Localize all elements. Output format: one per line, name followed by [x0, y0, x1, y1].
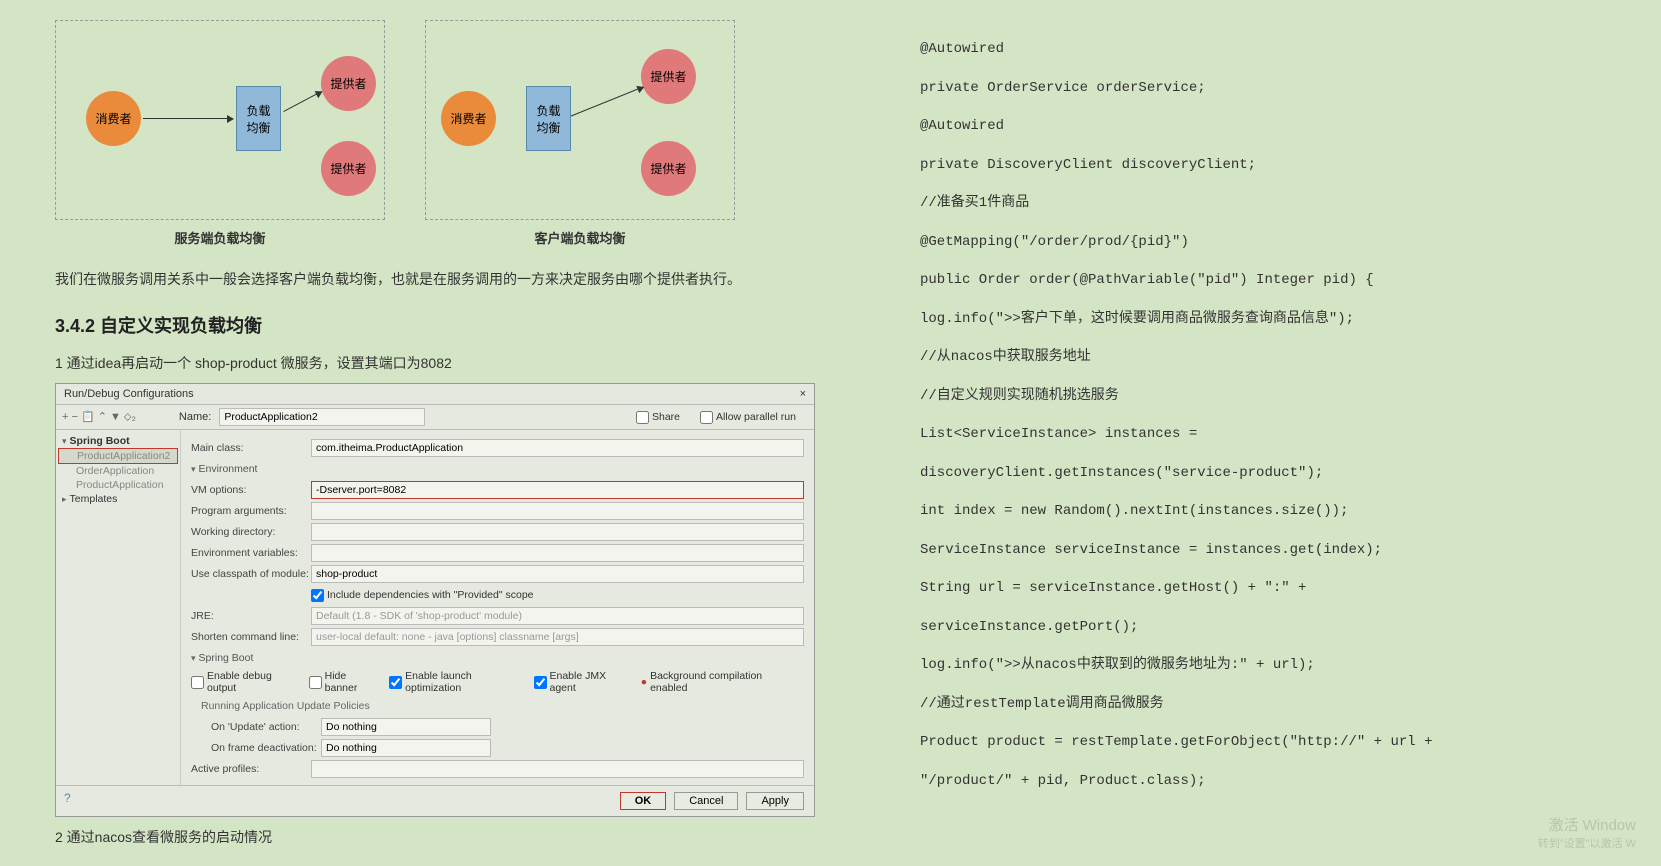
enable-launch-checkbox[interactable]: Enable launch optimization	[389, 670, 521, 694]
code-line: public Order order(@PathVariable("pid") …	[920, 261, 1520, 300]
code-line: //准备买1件商品	[920, 184, 1520, 223]
tree-product-app2: ProductApplication2	[58, 448, 178, 464]
code-line: @Autowired	[920, 107, 1520, 146]
client-side-diagram-wrapper: 消费者 负载 均衡 提供者 提供者 客户端负载均衡	[425, 20, 735, 247]
active-profiles-input[interactable]	[311, 760, 804, 778]
share-checkbox[interactable]: Share	[636, 411, 680, 424]
program-args-label: Program arguments:	[191, 505, 311, 517]
client-side-box: 消费者 负载 均衡 提供者 提供者	[425, 20, 735, 220]
working-dir-input[interactable]	[311, 523, 804, 541]
code-line: //自定义规则实现随机挑选服务	[920, 377, 1520, 416]
code-line: private OrderService orderService;	[920, 69, 1520, 108]
allow-parallel-checkbox[interactable]: Allow parallel run	[700, 411, 796, 424]
code-line: ServiceInstance serviceInstance = instan…	[920, 531, 1520, 570]
code-line: log.info(">>客户下单，这时候要调用商品微服务查询商品信息");	[920, 300, 1520, 339]
code-line: Product product = restTemplate.getForObj…	[920, 723, 1520, 800]
tree-product-app: ProductApplication	[58, 478, 178, 492]
cancel-button[interactable]: Cancel	[674, 792, 738, 810]
close-icon[interactable]: ×	[800, 388, 806, 400]
apply-button[interactable]: Apply	[746, 792, 804, 810]
provider-circle-c1: 提供者	[641, 49, 696, 104]
working-dir-label: Working directory:	[191, 526, 311, 538]
watermark-line2: 转到"设置"以激活 W	[1538, 835, 1636, 851]
code-line: @GetMapping("/order/prod/{pid}")	[920, 223, 1520, 262]
on-update-label: On 'Update' action:	[211, 721, 321, 733]
server-side-box: 消费者 负载 均衡 提供者 提供者	[55, 20, 385, 220]
toolbar-icons[interactable]: + − 📋 ⌃ ▼ ⬦₂	[62, 410, 136, 424]
classpath-label: Use classpath of module:	[191, 568, 311, 580]
spring-boot-header: ▾Spring Boot	[191, 649, 804, 667]
program-args-input[interactable]	[311, 502, 804, 520]
consumer-circle-c: 消费者	[441, 91, 496, 146]
background-warning: ●Background compilation enabled	[641, 670, 792, 694]
arrow-1	[143, 118, 233, 119]
name-label: Name:	[179, 411, 211, 423]
jre-label: JRE:	[191, 610, 311, 622]
consumer-circle: 消费者	[86, 91, 141, 146]
main-class-label: Main class:	[191, 442, 311, 454]
ide-titlebar: Run/Debug Configurations ×	[56, 384, 814, 405]
code-line: List<ServiceInstance> instances = discov…	[920, 415, 1520, 492]
load-balancer-box: 负载 均衡	[236, 86, 281, 151]
section-heading: 3.4.2 自定义实现负载均衡	[55, 312, 815, 338]
tree-order-app: OrderApplication	[58, 464, 178, 478]
code-line: private DiscoveryClient discoveryClient;	[920, 146, 1520, 185]
jre-input[interactable]	[311, 607, 804, 625]
paragraph-1: 我们在微服务调用关系中一般会选择客户端负载均衡，也就是在服务调用的一方来决定服务…	[55, 267, 815, 292]
right-code-column: @Autowired private OrderService orderSer…	[920, 30, 1520, 800]
environment-header: ▾Environment	[191, 460, 804, 478]
include-deps-checkbox[interactable]: Include dependencies with "Provided" sco…	[311, 589, 534, 602]
load-balancer-box-c: 负载 均衡	[526, 86, 571, 151]
code-line: String url = serviceInstance.getHost() +…	[920, 569, 1520, 646]
step-1: 1 通过idea再启动一个 shop-product 微服务，设置其端口为808…	[55, 353, 815, 373]
classpath-input[interactable]	[311, 565, 804, 583]
provider-circle-2: 提供者	[321, 141, 376, 196]
env-vars-label: Environment variables:	[191, 547, 311, 559]
hide-banner-checkbox[interactable]: Hide banner	[309, 670, 378, 694]
ide-run-configurations-dialog: Run/Debug Configurations × + − 📋 ⌃ ▼ ⬦₂ …	[55, 383, 815, 817]
ide-form-panel: Main class: ▾Environment VM options: Pro…	[181, 430, 814, 787]
running-policies-header: Running Application Update Policies	[191, 697, 804, 715]
watermark-line1: 激活 Window	[1538, 814, 1636, 835]
on-frame-label: On frame deactivation:	[211, 742, 321, 754]
enable-debug-checkbox[interactable]: Enable debug output	[191, 670, 297, 694]
ide-toolbar: + − 📋 ⌃ ▼ ⬦₂ Name: Share Allow parallel …	[56, 405, 814, 430]
vm-options-input[interactable]	[311, 481, 804, 499]
on-frame-select[interactable]	[321, 739, 491, 757]
provider-circle-1: 提供者	[321, 56, 376, 111]
ok-button[interactable]: OK	[620, 792, 667, 810]
arrow-2	[283, 91, 321, 112]
tree-spring-boot: ▾Spring Boot	[58, 434, 178, 448]
client-side-label: 客户端负载均衡	[425, 228, 735, 247]
ide-configuration-tree[interactable]: ▾Spring Boot ProductApplication2 OrderAp…	[56, 430, 181, 787]
code-line: //通过restTemplate调用商品微服务	[920, 685, 1520, 724]
left-column: 消费者 负载 均衡 提供者 提供者 服务端负载均衡 消费者 负载 均衡 提供者	[55, 20, 815, 857]
server-side-diagram-wrapper: 消费者 负载 均衡 提供者 提供者 服务端负载均衡	[55, 20, 385, 247]
server-side-label: 服务端负载均衡	[55, 228, 385, 247]
code-line: @Autowired	[920, 30, 1520, 69]
tree-templates: ▸Templates	[58, 492, 178, 506]
windows-activation-watermark: 激活 Window 转到"设置"以激活 W	[1538, 814, 1636, 851]
code-line: int index = new Random().nextInt(instanc…	[920, 492, 1520, 531]
active-profiles-label: Active profiles:	[191, 763, 311, 775]
env-vars-input[interactable]	[311, 544, 804, 562]
main-class-input[interactable]	[311, 439, 804, 457]
shorten-label: Shorten command line:	[191, 631, 311, 643]
enable-jmx-checkbox[interactable]: Enable JMX agent	[534, 670, 629, 694]
shorten-input[interactable]	[311, 628, 804, 646]
code-line: //从nacos中获取服务地址	[920, 338, 1520, 377]
step-2: 2 通过nacos查看微服务的启动情况	[55, 827, 815, 847]
provider-circle-c2: 提供者	[641, 141, 696, 196]
arrow-c	[571, 86, 644, 116]
ide-title-text: Run/Debug Configurations	[64, 388, 194, 400]
code-line: log.info(">>从nacos中获取到的微服务地址为:" + url);	[920, 646, 1520, 685]
vm-options-label: VM options:	[191, 484, 311, 496]
on-update-select[interactable]	[321, 718, 491, 736]
name-input[interactable]	[219, 408, 424, 426]
diagram-area: 消费者 负载 均衡 提供者 提供者 服务端负载均衡 消费者 负载 均衡 提供者	[55, 20, 815, 247]
ide-body: ▾Spring Boot ProductApplication2 OrderAp…	[56, 430, 814, 787]
